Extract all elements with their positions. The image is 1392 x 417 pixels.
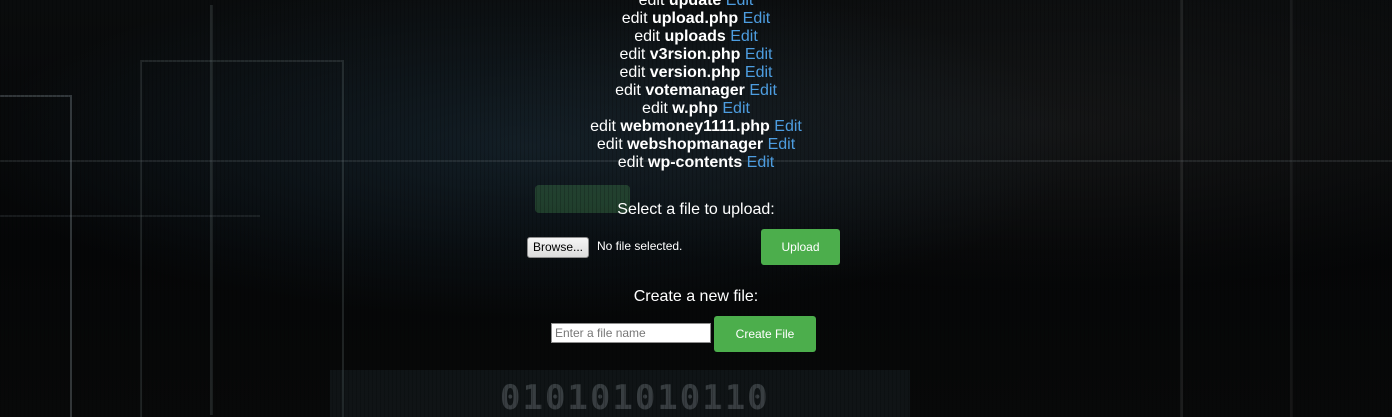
edit-prefix: edit xyxy=(642,100,668,117)
file-list-item: edit update Edit xyxy=(0,0,1392,10)
upload-form: Select a file to upload: Browse... No fi… xyxy=(0,201,1392,265)
file-list-item: edit wp-contents Edit xyxy=(0,154,1392,172)
create-file-controls: Create File xyxy=(551,316,816,352)
file-name: w.php xyxy=(672,100,718,117)
file-name: v3rsion.php xyxy=(649,46,741,63)
file-list-item: edit w.php Edit xyxy=(0,100,1392,118)
edit-prefix: edit xyxy=(619,46,646,63)
file-manager: edit update Edit edit upload.php Edit ed… xyxy=(0,0,1392,352)
file-list-item: edit v3rsion.php Edit xyxy=(0,46,1392,64)
file-name: wp-contents xyxy=(648,154,743,171)
file-list-item: edit votemanager Edit xyxy=(0,82,1392,100)
file-name-input[interactable] xyxy=(551,323,711,343)
file-list-item: edit webshopmanager Edit xyxy=(0,136,1392,154)
upload-controls: Browse... No file selected. Upload xyxy=(527,229,840,265)
edit-prefix: edit xyxy=(615,82,641,99)
file-status-text: No file selected. xyxy=(597,239,683,253)
upload-label: Select a file to upload: xyxy=(617,201,775,218)
edit-prefix: edit xyxy=(621,10,648,27)
file-list-item: edit webmoney1111.php Edit xyxy=(0,118,1392,136)
file-name: votemanager xyxy=(645,82,745,99)
file-list-item: edit upload.php Edit xyxy=(0,10,1392,28)
edit-link[interactable]: Edit xyxy=(749,82,777,99)
file-name: upload.php xyxy=(652,10,739,27)
edit-link[interactable]: Edit xyxy=(768,136,796,153)
edit-prefix: edit xyxy=(619,64,646,81)
edit-link[interactable]: Edit xyxy=(743,10,771,27)
edit-prefix: edit xyxy=(634,28,660,45)
edit-link[interactable]: Edit xyxy=(745,46,773,63)
browse-button[interactable]: Browse... xyxy=(527,237,590,258)
file-name: webshopmanager xyxy=(627,136,764,153)
edit-prefix: edit xyxy=(638,0,665,9)
create-file-label: Create a new file: xyxy=(633,288,759,305)
edit-link[interactable]: Edit xyxy=(774,118,802,135)
upload-button[interactable]: Upload xyxy=(761,229,840,265)
edit-link[interactable]: Edit xyxy=(722,100,750,117)
edit-link[interactable]: Edit xyxy=(726,0,754,9)
file-list: edit update Edit edit upload.php Edit ed… xyxy=(0,0,1392,172)
edit-link[interactable]: Edit xyxy=(747,154,775,171)
edit-prefix: edit xyxy=(590,118,616,135)
file-name: update xyxy=(668,0,722,9)
file-name: version.php xyxy=(649,64,741,81)
edit-link[interactable]: Edit xyxy=(745,64,773,81)
edit-prefix: edit xyxy=(617,154,644,171)
file-name: uploads xyxy=(664,28,726,45)
file-name: webmoney1111.php xyxy=(620,118,770,135)
create-file-form: Create a new file: Create File xyxy=(0,288,1392,352)
file-list-item: edit uploads Edit xyxy=(0,28,1392,46)
file-list-item: edit version.php Edit xyxy=(0,64,1392,82)
edit-link[interactable]: Edit xyxy=(730,28,758,45)
edit-prefix: edit xyxy=(596,136,623,153)
create-file-button[interactable]: Create File xyxy=(714,316,816,352)
